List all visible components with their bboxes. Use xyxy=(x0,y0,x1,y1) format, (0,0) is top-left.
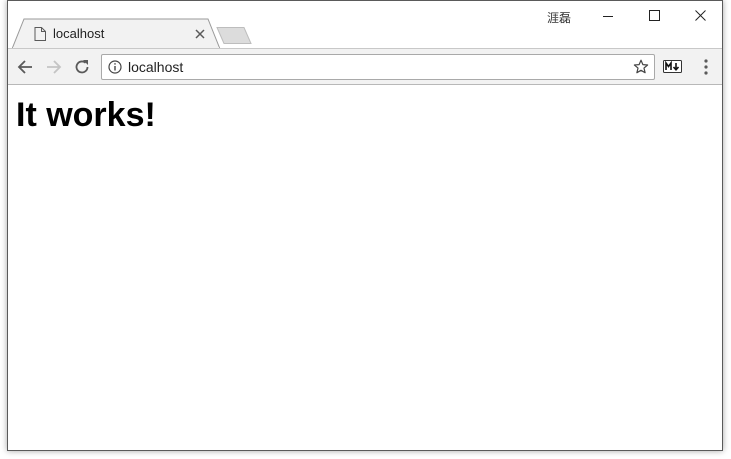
kebab-menu-icon xyxy=(704,59,708,75)
address-bar[interactable] xyxy=(101,54,655,80)
star-icon[interactable] xyxy=(633,59,649,75)
page-heading: It works! xyxy=(16,96,156,134)
tab-title: localhost xyxy=(53,26,105,41)
title-bar: localhost 涯磊 xyxy=(8,1,724,49)
minimize-button[interactable] xyxy=(586,1,632,31)
tab-close-icon[interactable] xyxy=(193,27,207,41)
maximize-button[interactable] xyxy=(632,1,678,31)
arrow-right-icon xyxy=(47,60,62,74)
browser-toolbar xyxy=(8,48,722,85)
markdown-icon xyxy=(663,60,682,73)
minimize-icon xyxy=(603,16,613,17)
page-viewport: It works! xyxy=(8,85,722,450)
markdown-extension-button[interactable] xyxy=(663,60,682,73)
new-tab-button[interactable] xyxy=(216,27,254,44)
reload-icon xyxy=(75,60,89,74)
info-icon[interactable] xyxy=(108,60,122,74)
close-icon xyxy=(695,10,706,21)
menu-button[interactable] xyxy=(698,57,714,77)
arrow-left-icon xyxy=(17,60,32,74)
page-icon xyxy=(34,27,46,41)
browser-window: localhost 涯磊 localhost It works! xyxy=(7,0,723,451)
close-window-button[interactable] xyxy=(678,1,724,31)
maximize-icon xyxy=(649,10,660,21)
forward-button[interactable] xyxy=(43,56,65,78)
tab-localhost[interactable]: localhost xyxy=(12,18,221,49)
reload-button[interactable] xyxy=(71,56,93,78)
url-input[interactable] xyxy=(128,58,618,76)
ime-indicator[interactable]: 涯磊 xyxy=(547,9,571,26)
back-button[interactable] xyxy=(14,56,36,78)
